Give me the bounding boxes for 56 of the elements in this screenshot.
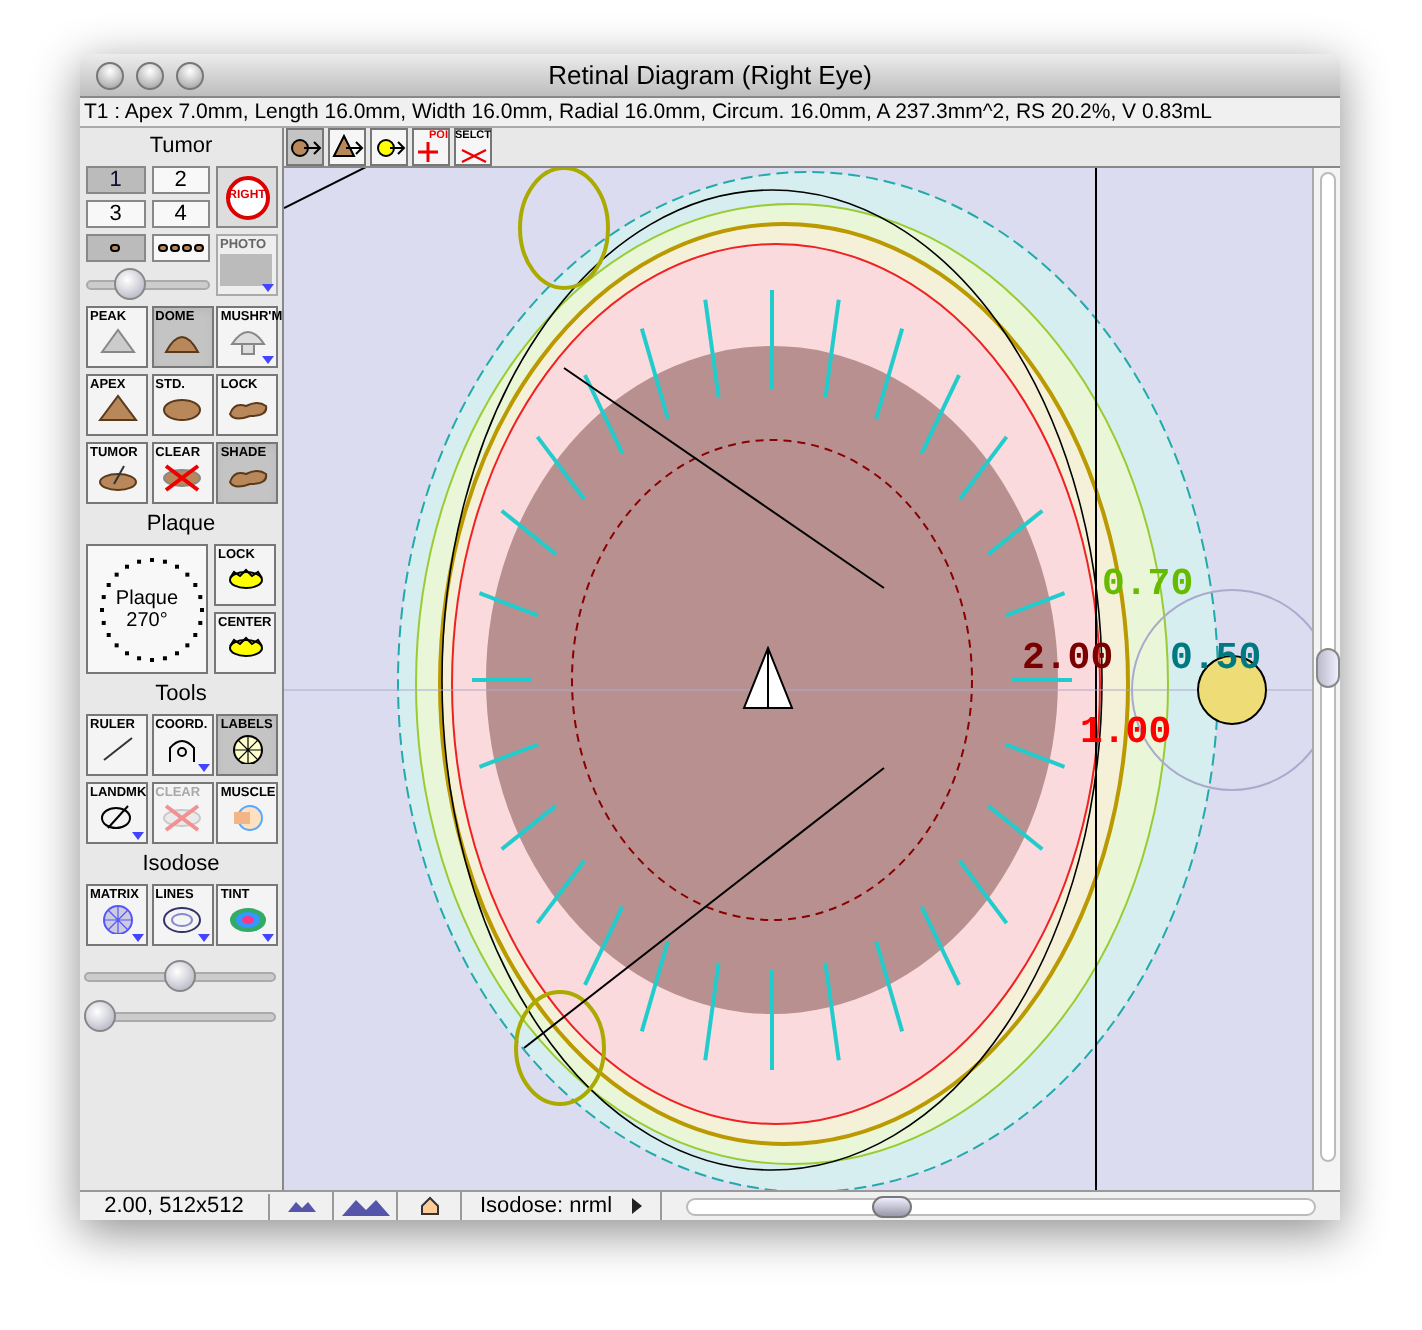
toolbar-button[interactable] (328, 128, 366, 166)
house-icon (419, 1196, 439, 1216)
photo-placeholder (220, 254, 272, 286)
tumor-number-button[interactable]: 1 (86, 166, 145, 194)
slider-thumb[interactable] (84, 1000, 116, 1032)
slider-thumb[interactable] (164, 960, 196, 992)
large-mountain-icon (341, 1197, 389, 1215)
clear-icon (160, 462, 205, 492)
scroll-thumb[interactable] (872, 1195, 912, 1217)
plaque-icon (223, 564, 267, 594)
zoom-readout: 2.00, 512x512 (80, 1193, 270, 1219)
triangle-right-icon (632, 1198, 643, 1214)
dropdown-triangle-icon (262, 356, 275, 364)
plaque-icon (223, 632, 267, 662)
tumor-number-button[interactable]: 4 (151, 200, 210, 228)
slider[interactable] (84, 960, 276, 992)
vertical-scrollbar[interactable] (1312, 168, 1340, 1190)
dropdown-triangle-icon (197, 934, 210, 942)
tint-icon (225, 904, 270, 934)
apex-icon (95, 394, 139, 424)
window-control-button[interactable] (136, 62, 164, 90)
plaque-rotation-dial[interactable]: Plaque 270° (86, 544, 208, 674)
section-heading: Isodose (140, 850, 222, 878)
toolbar-button[interactable] (286, 128, 324, 166)
slider-thumb[interactable] (113, 268, 146, 300)
toolbar-button[interactable] (370, 128, 408, 166)
dropdown-triangle-icon (262, 934, 275, 942)
window-control-button[interactable] (176, 62, 204, 90)
window-title: Retinal Diagram (Right Eye) (548, 57, 872, 94)
isodose-mode-menu[interactable]: Isodose: nrml (462, 1192, 662, 1220)
pointer-triangle-icon (742, 646, 794, 710)
slider[interactable] (86, 268, 210, 300)
tumor-number-button[interactable]: 3 (86, 200, 145, 228)
section-heading: Tumor (147, 132, 215, 160)
dropdown-triangle-icon (132, 832, 144, 840)
std-icon (160, 394, 205, 424)
dial-angle: 270° (126, 609, 168, 631)
dropdown-triangle-icon (132, 934, 144, 942)
dropdown-triangle-icon (262, 284, 274, 292)
dial-label: Plaque (115, 587, 179, 609)
section-heading: Tools (153, 680, 209, 708)
lines-icon (160, 904, 205, 934)
window-control-button[interactable] (96, 62, 124, 90)
tumor-icon (95, 462, 139, 492)
small-mountain-icon (287, 1200, 315, 1212)
slider[interactable] (84, 1000, 276, 1032)
clear-icon (160, 802, 205, 832)
dial-ticks-drawing (94, 552, 210, 668)
mushroom-icon (225, 326, 270, 356)
bead-button[interactable] (151, 234, 210, 262)
scroll-thumb[interactable] (1315, 648, 1339, 688)
dropdown-triangle-icon (197, 764, 210, 772)
section-heading: Plaque (144, 510, 218, 538)
bead-button[interactable] (86, 234, 145, 262)
tumor-number-button[interactable]: 2 (151, 166, 210, 194)
peak-icon (95, 326, 139, 356)
